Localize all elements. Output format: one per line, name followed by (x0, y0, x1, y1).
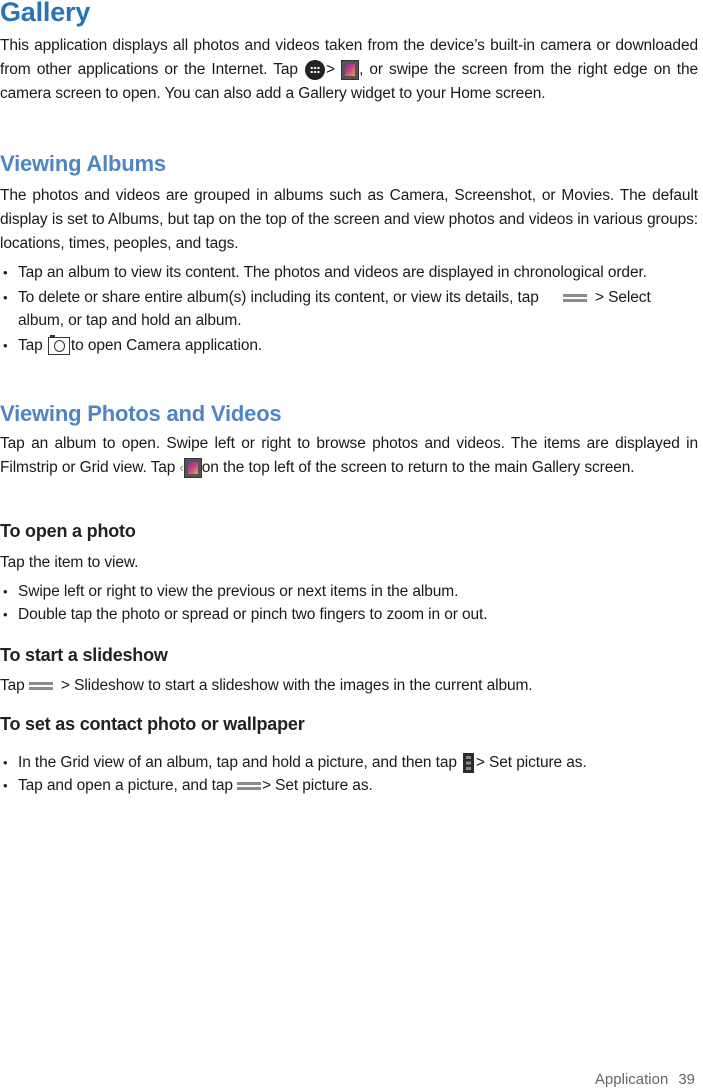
subheading-slideshow: To start a slideshow (0, 645, 168, 665)
page-title: Gallery (0, 0, 91, 27)
viewing-photos-text-2: on the top left of the screen to return … (201, 459, 635, 476)
list-item: Tap and open a picture, and tap > Set pic… (0, 774, 700, 797)
open-photo-paragraph: Tap the item to view. (0, 554, 139, 571)
list-item: Double tap the photo or spread or pinch … (0, 603, 700, 626)
section-heading-viewing-photos: Viewing Photos and Videos (0, 401, 282, 426)
list-item-text: Tap and open a picture, and tap (18, 777, 233, 794)
viewing-albums-paragraph: The photos and videos are grouped in alb… (0, 187, 698, 252)
list-item: Tap to open Camera application. (0, 334, 700, 357)
list-item-text: In the Grid view of an album, tap and ho… (18, 754, 457, 771)
menu-icon (562, 293, 587, 303)
section-heading-viewing-albums: Viewing Albums (0, 151, 166, 176)
viewing-albums-list: Tap an album to view its content. The ph… (0, 261, 700, 357)
intro-paragraph: This application displays all photos and… (0, 34, 698, 106)
overflow-menu-icon (462, 752, 474, 773)
gallery-icon (341, 59, 360, 80)
subheading-open-photo: To open a photo (0, 521, 136, 541)
list-item-text: Tap (18, 337, 43, 354)
list-item-text: To delete or share entire album(s) inclu… (18, 289, 539, 306)
list-item: To delete or share entire album(s) inclu… (0, 286, 700, 332)
page-footer: Application 39 (595, 1071, 695, 1088)
gallery-icon (183, 457, 202, 478)
slideshow-text-2: > Slideshow to start a slideshow with th… (60, 677, 533, 694)
footer-section-label: Application (594, 1071, 669, 1088)
apps-icon (305, 59, 325, 80)
open-photo-list: Swipe left or right to view the previous… (0, 580, 700, 626)
list-item-text: Tap an album to view its content. The ph… (18, 264, 647, 281)
viewing-photos-paragraph: Tap an album to open. Swipe left or righ… (0, 432, 698, 480)
list-item: Swipe left or right to view the previous… (0, 580, 700, 603)
list-item-text: > Set picture as. (475, 754, 587, 771)
intro-separator: > (326, 61, 335, 78)
subheading-set-as: To set as contact photo or wallpaper (0, 714, 305, 734)
set-as-list: In the Grid view of an album, tap and ho… (0, 751, 700, 797)
slideshow-paragraph: Tap > Slideshow to start a slideshow wit… (0, 674, 698, 698)
list-item-text: > Set picture as. (261, 777, 373, 794)
list-item-text: Swipe left or right to view the previous… (18, 583, 459, 600)
slideshow-text-1: Tap (0, 677, 25, 694)
list-item: In the Grid view of an album, tap and ho… (0, 751, 700, 774)
menu-icon (236, 781, 261, 791)
list-item-text: to open Camera application. (70, 337, 263, 354)
page-number: 39 (678, 1071, 695, 1088)
list-item: Tap an album to view its content. The ph… (0, 261, 700, 284)
menu-icon (28, 681, 53, 691)
camera-icon (47, 334, 70, 355)
list-item-text: Double tap the photo or spread or pinch … (18, 606, 488, 623)
